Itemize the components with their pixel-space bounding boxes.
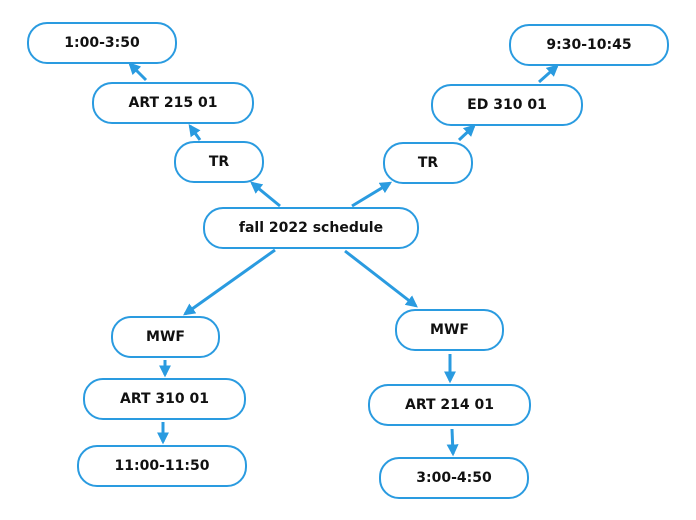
edge-root-to-mwf-right xyxy=(344,249,418,308)
node-time-art214[interactable]: 3:00-4:50 xyxy=(379,457,529,499)
node-time-art310[interactable]: 11:00-11:50 xyxy=(77,445,247,487)
edge-tr-left-to-art215 xyxy=(188,124,202,141)
node-mwf-right[interactable]: MWF xyxy=(395,309,504,351)
node-art215[interactable]: ART 215 01 xyxy=(92,82,254,124)
node-root[interactable]: fall 2022 schedule xyxy=(203,207,419,249)
edge-root-to-tr-left xyxy=(250,181,281,208)
edge-tr-right-to-ed310 xyxy=(457,124,476,142)
node-tr-left[interactable]: TR xyxy=(174,141,264,183)
edges-layer xyxy=(128,62,559,457)
node-ed310[interactable]: ED 310 01 xyxy=(431,84,583,126)
edge-root-to-tr-right xyxy=(351,181,393,208)
node-mwf-left[interactable]: MWF xyxy=(111,316,220,358)
edge-root-to-mwf-left xyxy=(183,248,276,316)
edge-ed310-to-time xyxy=(538,64,559,84)
node-art214[interactable]: ART 214 01 xyxy=(368,384,531,426)
mind-map-canvas: fall 2022 schedule TR ART 215 01 1:00-3:… xyxy=(0,0,696,520)
node-time-ed310[interactable]: 9:30-10:45 xyxy=(509,24,669,66)
node-time-art215[interactable]: 1:00-3:50 xyxy=(27,22,177,64)
node-art310[interactable]: ART 310 01 xyxy=(83,378,246,420)
edge-art215-to-time xyxy=(128,62,148,82)
node-tr-right[interactable]: TR xyxy=(383,142,473,184)
edge-art214-to-time xyxy=(446,428,459,457)
